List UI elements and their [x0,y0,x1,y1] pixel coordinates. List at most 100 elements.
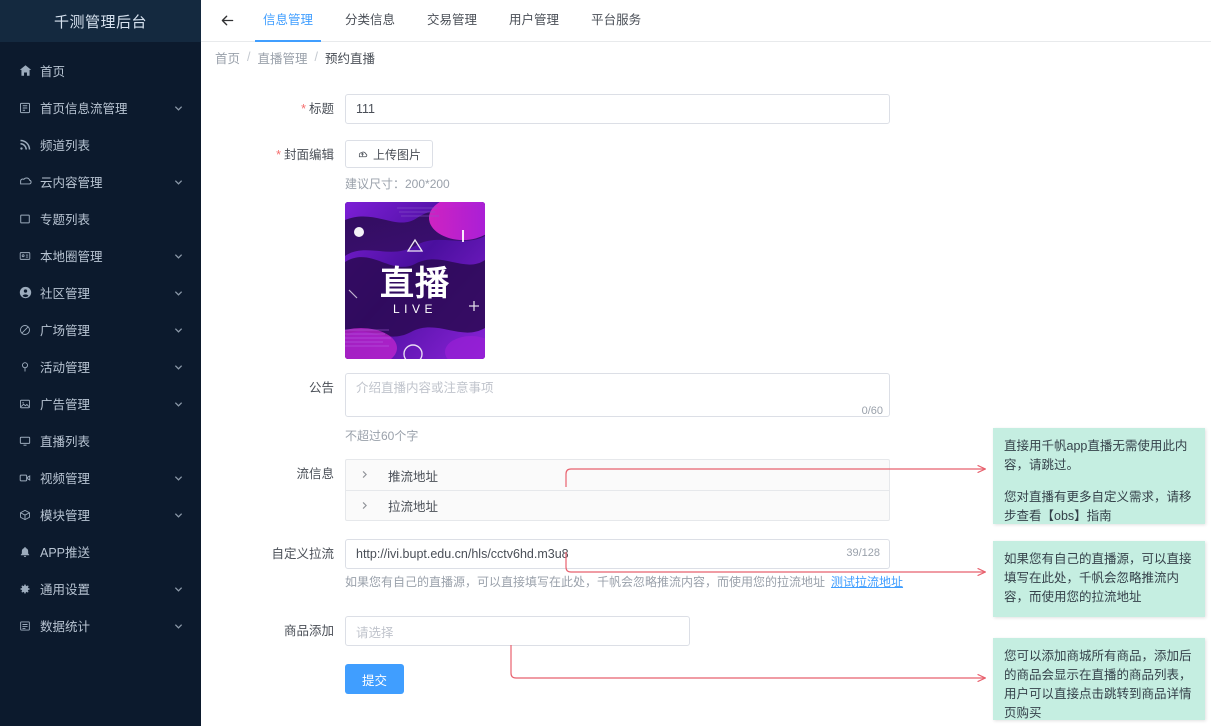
collapse-item-label: 推流地址 [388,469,439,484]
sidebar-item-channel-list[interactable]: 频道列表 [0,126,201,163]
custom-pull-input[interactable] [345,539,890,569]
breadcrumb-separator: / [314,50,318,64]
chevron-right-icon [360,501,370,511]
top-tab-bar: 信息管理 分类信息 交易管理 用户管理 平台服务 [201,0,1211,42]
chart-icon [17,618,33,634]
sidebar-item-label: 数据统计 [40,620,91,634]
notice-textarea[interactable] [345,373,890,417]
cube-icon [17,507,33,523]
form-label-custom-pull: 自定义拉流 [271,547,334,561]
tab-transaction-management[interactable]: 交易管理 [411,0,493,41]
sidebar-item-label: 本地圈管理 [40,250,103,264]
sidebar-item-module-management[interactable]: 模块管理 [0,496,201,533]
upload-image-label: 上传图片 [373,147,422,162]
test-pull-url-link[interactable]: 测试拉流地址 [831,575,903,589]
sidebar: 千测管理后台 首页 首页信息流管理 频道列表 云内容管理 专题列表 本地圈管理 … [0,0,201,726]
sidebar-item-data-statistics[interactable]: 数据统计 [0,607,201,644]
callout-product-para-1: 您可以添加商城所有商品，添加后的商品会显示在直播的商品列表，用户可以直接点击跳转… [1004,649,1192,720]
ban-icon [17,322,33,338]
chevron-down-icon [174,473,183,482]
sidebar-item-label: 广告管理 [40,398,91,412]
tab-info-management[interactable]: 信息管理 [247,0,329,42]
home-icon [17,63,33,79]
sidebar-item-app-push[interactable]: APP推送 [0,533,201,570]
sidebar-item-label: 通用设置 [40,583,91,597]
sidebar-item-advertisement[interactable]: 广告管理 [0,385,201,422]
sidebar-item-local-circle[interactable]: 本地圈管理 [0,237,201,274]
tab-platform-service[interactable]: 平台服务 [575,0,657,41]
sidebar-item-cloud-content[interactable]: 云内容管理 [0,163,201,200]
image-icon [17,396,33,412]
rss-icon [17,137,33,153]
form-label-notice: 公告 [308,381,334,395]
sidebar-item-live-list[interactable]: 直播列表 [0,422,201,459]
sidebar-item-label: 视频管理 [40,472,91,486]
callout-product: 您可以添加商城所有商品，添加后的商品会显示在直播的商品列表，用户可以直接点击跳转… [993,638,1205,720]
callout-stream-info-para-1: 直接用千帆app直播无需使用此内容，请跳过。 [1004,439,1188,472]
svg-text:直播: 直播 [380,265,450,303]
gear-icon [17,581,33,597]
sidebar-item-label: 直播列表 [40,435,91,449]
sidebar-item-home[interactable]: 首页 [0,52,201,89]
form-row-title: * 标题 [201,94,1211,124]
collapse-item-pull-url[interactable]: 拉流地址 [346,490,889,520]
back-button[interactable] [207,0,247,41]
chevron-down-icon [174,325,183,334]
cloud-icon [17,174,33,190]
chevron-down-icon [174,399,183,408]
form-label-submit-spacer [201,664,345,694]
sidebar-brand: 千测管理后台 [0,0,201,42]
sidebar-item-community[interactable]: 社区管理 [0,274,201,311]
sidebar-item-video-management[interactable]: 视频管理 [0,459,201,496]
square-icon [17,211,33,227]
submit-button[interactable]: 提交 [345,664,405,694]
bell-icon [17,544,33,560]
sidebar-item-label: 活动管理 [40,361,91,375]
collapse-item-push-url[interactable]: 推流地址 [346,460,889,490]
id-card-icon [17,248,33,264]
user-circle-icon [17,285,33,301]
callout-stream-info: 直接用千帆app直播无需使用此内容，请跳过。 您对直播有更多自定义需求，请移步查… [993,428,1205,524]
breadcrumb-item-scheduled-live: 预约直播 [325,51,376,66]
chevron-right-icon [360,470,370,480]
sidebar-item-general-settings[interactable]: 通用设置 [0,570,201,607]
chevron-down-icon [174,177,183,186]
sidebar-item-plaza[interactable]: 广场管理 [0,311,201,348]
breadcrumb: 首页 / 直播管理 / 预约直播 [201,42,1211,72]
svg-text:LIVE: LIVE [393,302,437,316]
product-select-placeholder: 请选择 [356,625,394,640]
cover-preview-image[interactable]: 直播 LIVE [345,202,485,359]
chevron-down-icon [174,251,183,260]
tab-user-management[interactable]: 用户管理 [493,0,575,41]
product-select[interactable]: 请选择 [345,616,690,646]
sidebar-item-label: 首页 [40,65,66,79]
cover-size-hint: 建议尺寸：200*200 [345,177,450,191]
sidebar-item-label: 专题列表 [40,213,91,227]
sidebar-item-label: 社区管理 [40,287,91,301]
sidebar-item-feed-management[interactable]: 首页信息流管理 [0,89,201,126]
monitor-icon [17,433,33,449]
required-asterisk: * [276,148,281,162]
chevron-down-icon [174,510,183,519]
sidebar-item-label: APP推送 [40,546,91,560]
chevron-down-icon [174,621,183,630]
sidebar-item-label: 广场管理 [40,324,91,338]
tab-category-info[interactable]: 分类信息 [329,0,411,41]
chevron-down-icon [174,362,183,371]
form-label-product: 商品添加 [283,624,334,638]
sidebar-item-activity[interactable]: 活动管理 [0,348,201,385]
video-camera-icon [17,470,33,486]
breadcrumb-item-home[interactable]: 首页 [215,48,240,67]
stream-info-collapse: 推流地址 拉流地址 [345,459,890,521]
form-label-stream-info: 流信息 [296,467,334,481]
collapse-item-label: 拉流地址 [388,500,439,514]
breadcrumb-item-live-management[interactable]: 直播管理 [258,48,308,67]
sidebar-item-topic-list[interactable]: 专题列表 [0,200,201,237]
title-input[interactable] [345,94,890,124]
form-label-title: * 标题 [301,102,334,116]
upload-image-button[interactable]: 上传图片 [345,140,434,168]
callout-custom-pull-para-1: 如果您有自己的直播源，可以直接填写在此处，千帆会忽略推流内容，而使用您的拉流地址 [1004,552,1192,604]
sidebar-item-label: 模块管理 [40,509,91,523]
sidebar-menu: 首页 首页信息流管理 频道列表 云内容管理 专题列表 本地圈管理 社区管理 广场… [0,42,201,644]
sidebar-item-label: 云内容管理 [40,176,103,190]
